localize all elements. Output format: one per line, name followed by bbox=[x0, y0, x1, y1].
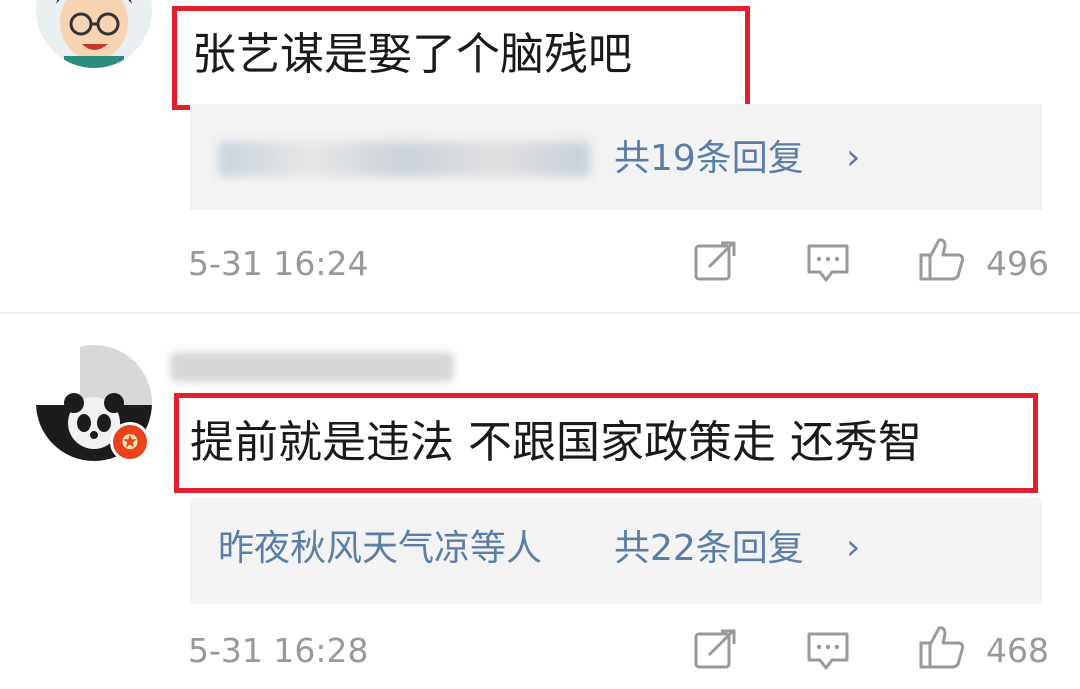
like-count: 468 bbox=[986, 631, 1049, 670]
chevron-right-icon[interactable]: › bbox=[846, 530, 860, 566]
comment-icon[interactable] bbox=[806, 242, 850, 284]
blurred-username[interactable] bbox=[170, 352, 454, 382]
verified-badge-icon: ✪ bbox=[110, 422, 150, 462]
comment-text[interactable]: 张艺谋是娶了个脑残吧 bbox=[192, 33, 632, 77]
avatar[interactable] bbox=[36, 0, 152, 68]
like-count: 496 bbox=[986, 244, 1049, 283]
thumbs-up-icon[interactable] bbox=[918, 624, 966, 670]
cartoon-face-avatar-icon bbox=[36, 0, 152, 68]
share-icon[interactable] bbox=[693, 628, 737, 670]
blurred-reply-preview bbox=[218, 141, 590, 177]
reply-preview-names[interactable]: 昨夜秋风天气凉等人 bbox=[218, 531, 542, 567]
comment-time: 5-31 16:24 bbox=[188, 244, 369, 283]
share-icon[interactable] bbox=[693, 240, 737, 282]
comment-text[interactable]: 提前就是违法 不跟国家政策走 还秀智 bbox=[190, 421, 922, 465]
reply-count-link[interactable]: 共19条回复 bbox=[614, 141, 804, 177]
comment-time: 5-31 16:28 bbox=[188, 631, 369, 670]
thumbs-up-icon[interactable] bbox=[918, 236, 966, 282]
comment-icon[interactable] bbox=[806, 630, 850, 672]
chevron-right-icon[interactable]: › bbox=[846, 140, 860, 176]
reply-count-link[interactable]: 共22条回复 bbox=[614, 531, 804, 567]
comment-divider bbox=[0, 312, 1080, 314]
